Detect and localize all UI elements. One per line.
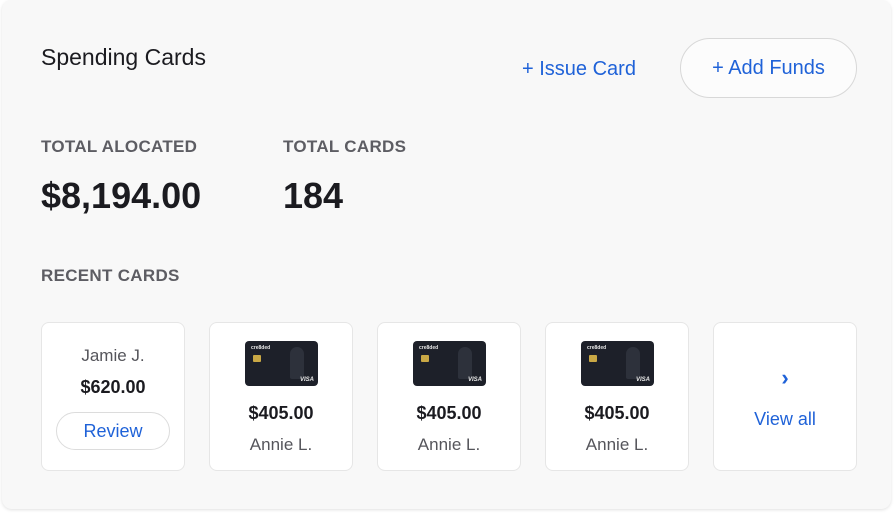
card-brand-logo: cre8ded <box>419 345 439 351</box>
add-funds-button[interactable]: + Add Funds <box>680 38 857 98</box>
tile-holder-name: Jamie J. <box>81 346 145 365</box>
review-button[interactable]: Review <box>56 412 170 450</box>
total-cards-label: TOTAL CARDS <box>283 137 407 156</box>
card-figure-graphic <box>626 347 640 379</box>
card-chip-icon <box>421 355 429 362</box>
pending-card-tile: Jamie J. $620.00 Review <box>41 322 185 471</box>
visa-logo: VISA <box>467 377 482 383</box>
issue-card-button[interactable]: + Issue Card <box>499 52 659 86</box>
card-chip-icon <box>253 355 261 362</box>
tile-holder-name: Annie L. <box>249 435 313 454</box>
card-figure-graphic <box>290 347 304 379</box>
view-all-link[interactable]: View all <box>714 409 856 430</box>
tile-holder-name: Annie L. <box>585 435 649 454</box>
visa-logo: VISA <box>635 377 650 383</box>
chevron-right-icon: › <box>781 365 789 390</box>
recent-card-tile[interactable]: cre8ded VISA $405.00 Annie L. <box>377 322 521 471</box>
view-all-tile[interactable]: › View all <box>713 322 857 471</box>
card-brand-logo: cre8ded <box>587 345 607 351</box>
card-brand-logo: cre8ded <box>251 345 271 351</box>
tile-amount: $405.00 <box>416 403 482 423</box>
tile-amount: $405.00 <box>584 403 650 423</box>
card-chip-icon <box>589 355 597 362</box>
recent-card-tile[interactable]: cre8ded VISA $405.00 Annie L. <box>545 322 689 471</box>
total-cards-value: 184 <box>283 175 344 216</box>
recent-cards-label: RECENT CARDS <box>41 266 180 285</box>
panel-title: Spending Cards <box>41 44 206 70</box>
recent-card-tile[interactable]: cre8ded VISA $405.00 Annie L. <box>209 322 353 471</box>
spending-cards-panel: Spending Cards + Issue Card + Add Funds … <box>2 0 891 509</box>
total-allocated-value: $8,194.00 <box>41 175 202 216</box>
card-figure-graphic <box>458 347 472 379</box>
tile-holder-name: Annie L. <box>417 435 481 454</box>
card-image: cre8ded VISA <box>581 341 654 386</box>
tile-amount: $620.00 <box>80 377 146 397</box>
visa-logo: VISA <box>299 377 314 383</box>
card-image: cre8ded VISA <box>413 341 486 386</box>
total-allocated-label: TOTAL ALOCATED <box>41 137 198 156</box>
card-image: cre8ded VISA <box>245 341 318 386</box>
tile-amount: $405.00 <box>248 403 314 423</box>
